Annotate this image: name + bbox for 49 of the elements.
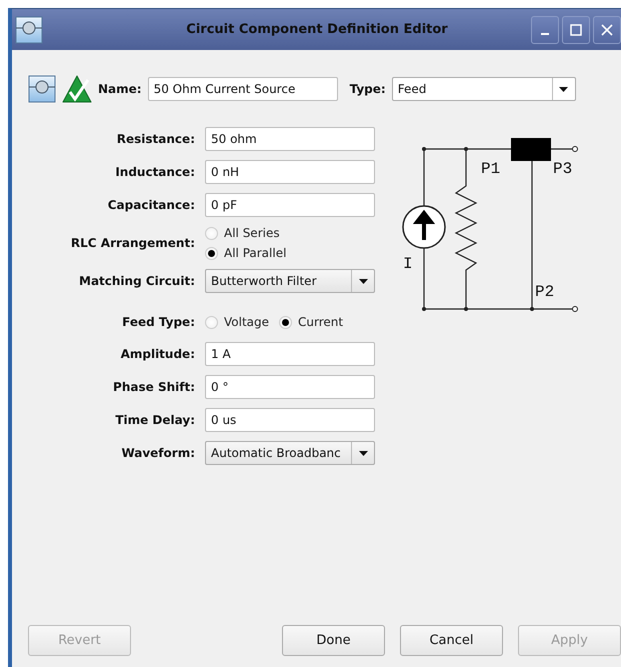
radio-option[interactable]: Current	[279, 315, 344, 329]
maximize-button[interactable]	[562, 16, 590, 44]
radio-button[interactable]	[205, 226, 218, 240]
port-label: I	[403, 255, 413, 273]
field-label: Resistance:	[116, 132, 195, 146]
field-label: Capacitance:	[106, 198, 195, 212]
minimize-icon	[541, 32, 549, 34]
window-title: Circuit Component Definition Editor	[185, 22, 449, 37]
field-label: Time Delay:	[114, 413, 195, 427]
dropdown[interactable]: Automatic Broadbanc	[205, 441, 375, 465]
port-label: P2	[535, 283, 554, 301]
radio-button[interactable]	[205, 316, 218, 328]
dialog-button[interactable]: Done	[282, 625, 385, 656]
name-label: Name:	[98, 82, 142, 96]
text-field[interactable]: 0 us	[205, 408, 375, 432]
text-field[interactable]: 0 pF	[205, 193, 375, 217]
radio-option[interactable]: All Parallel	[205, 246, 375, 260]
text-field[interactable]: 0 °	[205, 375, 375, 399]
component-icon	[28, 75, 56, 103]
field-label: Phase Shift:	[112, 380, 195, 394]
radio-option[interactable]: All Series	[205, 226, 375, 240]
name-field[interactable]: 50 Ohm Current Source	[148, 77, 338, 101]
field-label: Inductance:	[114, 165, 195, 179]
maximize-icon	[570, 24, 582, 36]
caret-icon	[358, 450, 368, 456]
field-label: Feed Type:	[121, 315, 195, 329]
field-label: Amplitude:	[120, 347, 195, 361]
window-icon	[15, 16, 43, 44]
radio-option[interactable]: Voltage	[205, 315, 270, 329]
minimize-button[interactable]	[531, 16, 559, 44]
caret-icon	[559, 86, 568, 92]
port-label: P3	[553, 160, 572, 178]
close-button[interactable]	[593, 16, 621, 44]
radio-button[interactable]	[205, 246, 218, 260]
dropdown[interactable]: Butterworth Filter	[205, 269, 375, 293]
field-label: Waveform:	[120, 446, 195, 460]
check-icon	[62, 74, 92, 104]
text-field[interactable]: 0 nH	[205, 160, 375, 184]
text-field[interactable]: 1 A	[205, 342, 375, 366]
text-field[interactable]: 50 ohm	[205, 127, 375, 151]
dialog-button[interactable]: Cancel	[400, 625, 503, 656]
caret-icon	[358, 278, 368, 284]
type-label: Type:	[350, 82, 386, 96]
radio-button[interactable]	[279, 316, 292, 328]
port-label: P1	[481, 160, 500, 178]
field-label: Matching Circuit:	[78, 274, 195, 288]
type-dropdown[interactable]: Feed	[392, 77, 576, 101]
field-label: RLC Arrangement:	[70, 236, 195, 250]
close-icon	[601, 24, 613, 36]
